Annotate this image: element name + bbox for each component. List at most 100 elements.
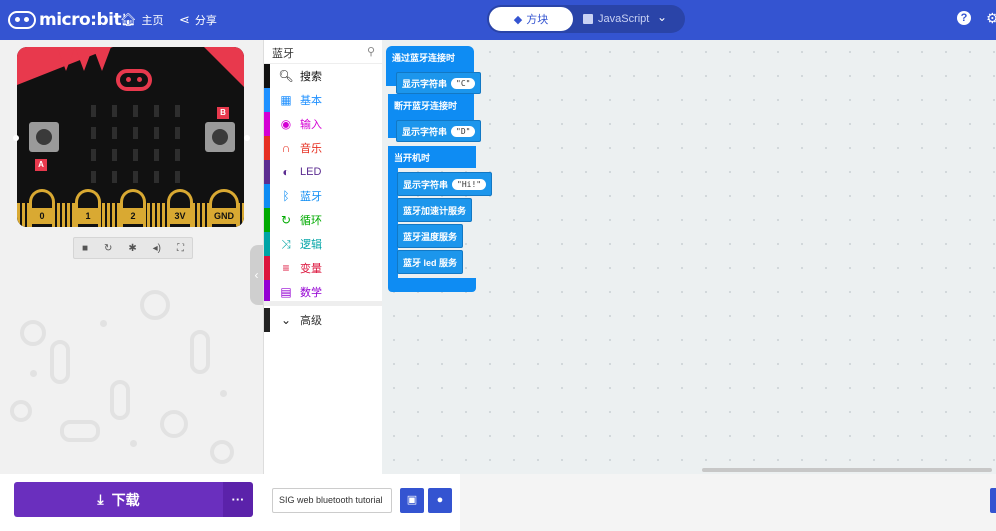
pin-1-label: 1 bbox=[78, 208, 98, 224]
zoom-controls-edge[interactable] bbox=[990, 488, 996, 513]
toolbox-category-loops[interactable]: ↻ 循环 bbox=[264, 208, 383, 232]
microbit-logo-icon bbox=[8, 11, 36, 29]
on-start-block[interactable]: 当开机时 bbox=[388, 146, 476, 168]
bluetooth-led-service-block[interactable]: 蓝牙 led 服务 bbox=[397, 250, 464, 274]
download-label: 下载 bbox=[111, 491, 140, 508]
string-input[interactable]: "C" bbox=[451, 77, 476, 89]
pattern-decoration bbox=[30, 370, 37, 377]
mute-icon[interactable]: ◂) bbox=[153, 243, 161, 254]
bottom-pattern-decoration bbox=[460, 474, 996, 531]
led[interactable] bbox=[112, 127, 117, 139]
bluetooth-accelerometer-service-block[interactable]: 蓝牙加速计服务 bbox=[397, 198, 473, 222]
chevron-down-icon[interactable]: ⌄ bbox=[657, 10, 667, 24]
led[interactable] bbox=[133, 127, 138, 139]
string-input[interactable]: "D" bbox=[451, 125, 476, 137]
bluetooth-icon: ᛒ bbox=[282, 189, 290, 203]
category-label: 数学 bbox=[300, 287, 322, 299]
toolbox-category-basic[interactable]: ▦ 基本 bbox=[264, 88, 383, 112]
pin-2-label: 2 bbox=[123, 208, 143, 224]
simulator-panel: A B 0 1 2 3V GND ■ ↻ ✱ ◂) ⛶ ‹ bbox=[0, 40, 263, 474]
category-label: 搜索 bbox=[300, 71, 322, 83]
blocks-tab-label: 方块 bbox=[526, 14, 549, 26]
toolbox-category-input[interactable]: ◉ 输入 bbox=[264, 112, 383, 136]
javascript-tab[interactable]: JavaScript bbox=[583, 7, 649, 31]
category-color-bar bbox=[264, 160, 270, 184]
toolbox-category-led[interactable]: ◐ LED bbox=[264, 160, 383, 184]
block-label: 显示字符串 bbox=[402, 78, 448, 89]
category-color-bar bbox=[264, 136, 270, 160]
show-string-block[interactable]: 显示字符串 "Hi!" bbox=[397, 172, 493, 196]
toolbox-category-bluetooth[interactable]: ᛒ 蓝牙 bbox=[264, 184, 383, 208]
home-button[interactable]: 🏠︎ 主页 bbox=[120, 12, 164, 28]
block-label: 通过蓝牙连接时 bbox=[392, 53, 456, 63]
stop-icon[interactable]: ■ bbox=[82, 243, 88, 254]
slowmo-icon[interactable]: ✱ bbox=[128, 243, 136, 254]
category-label: 变量 bbox=[300, 263, 322, 275]
blocks-workspace[interactable]: 通过蓝牙连接时 显示字符串 "C" 断开蓝牙连接时 显示字符串 "D" 当开机时… bbox=[382, 40, 996, 474]
show-string-block[interactable]: 显示字符串 "D" bbox=[396, 120, 482, 142]
category-label: 循环 bbox=[300, 215, 322, 227]
led[interactable] bbox=[175, 171, 180, 183]
led[interactable] bbox=[133, 149, 138, 161]
block-label: 显示字符串 bbox=[402, 126, 448, 137]
fullscreen-icon[interactable]: ⛶ bbox=[177, 243, 184, 254]
led[interactable] bbox=[112, 171, 117, 183]
search-icon[interactable]: ⚲ bbox=[367, 45, 375, 58]
collapse-simulator-icon[interactable]: ‹ bbox=[250, 245, 263, 305]
led[interactable] bbox=[91, 105, 96, 117]
block-label: 断开蓝牙连接时 bbox=[394, 101, 458, 111]
workspace-horizontal-scrollbar[interactable] bbox=[702, 468, 992, 472]
category-label: LED bbox=[300, 166, 322, 178]
gear-icon[interactable]: ⚙ bbox=[986, 10, 996, 27]
toolbox-category-advanced[interactable]: ⌄ 高级 bbox=[264, 308, 383, 332]
puzzle-icon: ◆ bbox=[513, 13, 523, 26]
github-icon: ● bbox=[436, 494, 444, 506]
board-corner-decoration bbox=[57, 47, 113, 75]
show-string-block[interactable]: 显示字符串 "C" bbox=[396, 72, 482, 94]
led[interactable] bbox=[91, 149, 96, 161]
pin-gnd-label: GND bbox=[211, 208, 237, 224]
category-color-bar bbox=[264, 112, 270, 136]
download-button[interactable]: ⤓ 下载 bbox=[14, 482, 223, 517]
led[interactable] bbox=[133, 171, 138, 183]
pattern-decoration bbox=[10, 400, 32, 422]
save-button[interactable]: ▣ bbox=[400, 488, 424, 513]
help-icon[interactable]: ? bbox=[957, 11, 971, 25]
led[interactable] bbox=[91, 127, 96, 139]
share-button[interactable]: ⋖ 分享 bbox=[179, 12, 217, 28]
led[interactable] bbox=[112, 149, 117, 161]
led[interactable] bbox=[175, 127, 180, 139]
led[interactable] bbox=[154, 149, 159, 161]
button-a[interactable] bbox=[29, 122, 59, 152]
toolbox-category-variables[interactable]: ≡ 变量 bbox=[264, 256, 383, 280]
microbit-logo[interactable]: micro:bit bbox=[8, 8, 122, 32]
toolbox-category-music[interactable]: ∩ 音乐 bbox=[264, 136, 383, 160]
block-label: 当开机时 bbox=[394, 153, 431, 163]
button-b-label: B bbox=[217, 107, 229, 119]
led[interactable] bbox=[154, 171, 159, 183]
blocks-tab[interactable]: ◆ 方块 bbox=[489, 7, 573, 31]
led[interactable] bbox=[154, 105, 159, 117]
toolbox-search-input[interactable]: 蓝牙 ⚲ bbox=[264, 40, 383, 64]
pattern-decoration bbox=[60, 420, 100, 442]
javascript-tab-label: JavaScript bbox=[598, 13, 650, 25]
toolbox-category-search[interactable]: 🔍︎ 搜索 bbox=[264, 64, 383, 88]
category-color-bar bbox=[264, 64, 270, 88]
github-button[interactable]: ● bbox=[428, 488, 452, 513]
project-name-input[interactable]: SIG web bluetooth tutorial bbox=[272, 488, 392, 513]
toolbox-category-logic[interactable]: ⤨ 逻辑 bbox=[264, 232, 383, 256]
category-color-bar bbox=[264, 232, 270, 256]
led[interactable] bbox=[154, 127, 159, 139]
pattern-decoration bbox=[130, 440, 137, 447]
led[interactable] bbox=[175, 105, 180, 117]
button-b[interactable] bbox=[205, 122, 235, 152]
restart-icon[interactable]: ↻ bbox=[104, 243, 112, 254]
led[interactable] bbox=[112, 105, 117, 117]
more-options-button[interactable]: ··· bbox=[223, 482, 253, 517]
string-input[interactable]: "Hi!" bbox=[452, 178, 487, 190]
board-side-dot bbox=[244, 135, 250, 141]
led[interactable] bbox=[175, 149, 180, 161]
led[interactable] bbox=[133, 105, 138, 117]
bluetooth-temperature-service-block[interactable]: 蓝牙温度服务 bbox=[397, 224, 464, 248]
led[interactable] bbox=[91, 171, 96, 183]
